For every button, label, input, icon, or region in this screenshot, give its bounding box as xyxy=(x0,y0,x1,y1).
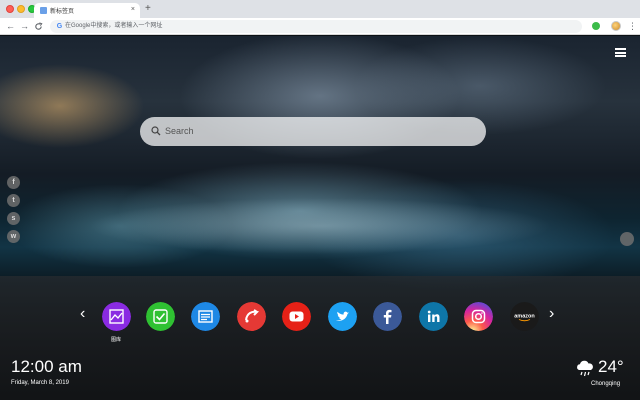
facebook-icon[interactable]: f xyxy=(7,176,20,189)
search-input[interactable]: Search xyxy=(140,117,486,146)
google-icon: G xyxy=(56,23,63,30)
clock-time: 12:00 am xyxy=(11,357,82,376)
blue-document-app-icon[interactable] xyxy=(191,302,220,331)
green-check-app-icon[interactable] xyxy=(146,302,175,331)
browser-menu-icon[interactable]: ⋮ xyxy=(628,20,637,32)
reload-icon[interactable] xyxy=(34,20,43,34)
wechat-icon[interactable]: w xyxy=(7,230,20,243)
settings-circle-icon[interactable] xyxy=(620,232,634,246)
snapchat-icon[interactable]: s xyxy=(7,212,20,225)
apps-prev-arrow[interactable]: ‹ xyxy=(80,305,85,323)
minimize-window-button[interactable] xyxy=(17,5,25,13)
amazon-text: amazon xyxy=(514,314,535,320)
photo-app-label: 图库 xyxy=(110,337,121,343)
linkedin-icon[interactable] xyxy=(419,302,448,331)
back-icon[interactable]: ← xyxy=(6,20,15,32)
search-icon xyxy=(151,126,161,136)
amazon-icon[interactable]: amazon xyxy=(510,302,539,331)
close-window-button[interactable] xyxy=(6,5,14,13)
weather-temperature: 24° xyxy=(598,357,624,376)
extension-icon[interactable] xyxy=(592,22,600,30)
photo-app-icon[interactable] xyxy=(102,302,131,331)
red-arrow-app-icon[interactable] xyxy=(237,302,266,331)
facebook-icon[interactable] xyxy=(373,302,402,331)
tab-title: 新标签页 xyxy=(50,9,75,15)
address-bar[interactable]: G 在Google中搜索，或者输入一个网址 xyxy=(50,20,582,33)
new-tab-button[interactable]: + xyxy=(145,3,151,15)
clock-date: Friday, March 8, 2019 xyxy=(11,380,69,386)
cloud-rain-icon xyxy=(577,360,593,377)
tab-bar: 新标签页 × + xyxy=(0,0,640,18)
youtube-icon[interactable] xyxy=(282,302,311,331)
tab-favicon-icon xyxy=(40,7,47,14)
instagram-icon[interactable] xyxy=(464,302,493,331)
apps-next-arrow[interactable]: › xyxy=(549,305,554,323)
background-waves xyxy=(0,186,640,276)
tab-close-icon[interactable]: × xyxy=(131,5,135,15)
browser-tab[interactable]: 新标签页 × xyxy=(34,3,140,18)
weather-city: Chongqing xyxy=(591,381,621,387)
new-tab-page: Search f t s w ‹ › 图库 amazon 12:00 am Fr… xyxy=(0,36,640,400)
browser-toolbar: ← → G 在Google中搜索，或者输入一个网址 ⋮ xyxy=(0,18,640,35)
background-rocks xyxy=(0,276,640,400)
forward-icon[interactable]: → xyxy=(20,20,29,32)
twitter-icon[interactable]: t xyxy=(7,194,20,207)
menu-icon[interactable] xyxy=(615,48,626,57)
profile-avatar[interactable] xyxy=(611,21,621,31)
address-bar-placeholder: 在Google中搜索，或者输入一个网址 xyxy=(65,23,163,29)
search-placeholder: Search xyxy=(165,126,194,136)
twitter-icon[interactable] xyxy=(328,302,357,331)
